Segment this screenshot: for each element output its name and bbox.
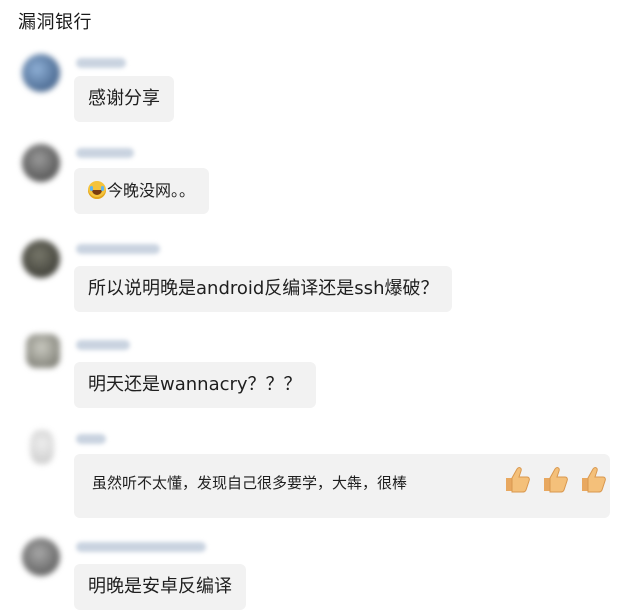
message-text: 感谢分享 [88, 88, 160, 109]
avatar[interactable] [22, 538, 60, 576]
avatar[interactable] [30, 430, 54, 464]
message-text: 明天还是wannacry？？？ [88, 374, 302, 395]
message-text: 虽然听不太懂，发现自己很多要学，大犇，很棒 [92, 474, 408, 492]
message-bubble: 虽然听不太懂，发现自己很多要学，大犇，很棒 [74, 454, 610, 518]
message-bubble: 明晚是安卓反编译 [74, 564, 246, 610]
thumbs-up-icon [544, 467, 568, 493]
avatar[interactable] [22, 240, 60, 278]
message-bubble: 明天还是wannacry？？？ [74, 362, 316, 408]
thumbs-up-icon [506, 467, 530, 493]
message-text: 明晚是安卓反编译 [88, 576, 232, 597]
chat-title: 漏洞银行 [18, 12, 92, 33]
sender-name-blurred [76, 58, 126, 68]
message-text: 所以说明晚是android反编译还是ssh爆破？ [88, 278, 439, 299]
message-text: 今晚没网。。 [107, 181, 196, 200]
sender-name-blurred [76, 148, 134, 158]
sender-name-blurred [76, 340, 130, 350]
avatar[interactable] [26, 334, 60, 368]
laughing-emoji-icon [88, 181, 106, 199]
sender-name-blurred [76, 542, 206, 552]
sender-name-blurred [76, 434, 106, 444]
sender-name-blurred [76, 244, 160, 254]
message-bubble: 今晚没网。。 [74, 168, 210, 214]
message-bubble: 感谢分享 [74, 76, 174, 122]
avatar[interactable] [22, 144, 60, 182]
thumbs-up-icon [582, 467, 606, 493]
avatar[interactable] [22, 54, 60, 92]
message-bubble: 所以说明晚是android反编译还是ssh爆破？ [74, 266, 453, 312]
